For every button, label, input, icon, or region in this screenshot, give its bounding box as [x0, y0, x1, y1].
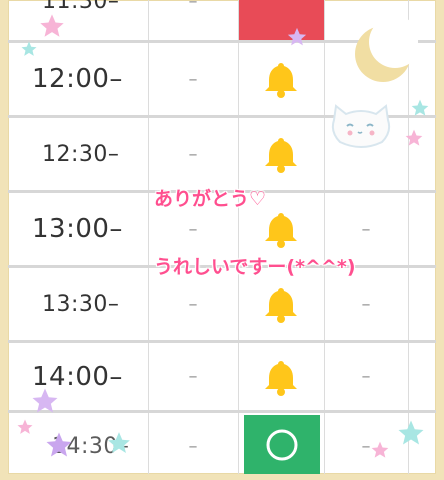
- star-icon: [46, 432, 72, 457]
- time-label: 12:00–: [32, 64, 123, 94]
- time-label: 13:00–: [32, 214, 123, 244]
- slot-cell: –: [188, 366, 198, 387]
- star-icon: [108, 432, 130, 453]
- star-icon: [40, 14, 64, 37]
- star-icon: [21, 41, 37, 56]
- crescent-moon-icon: [355, 16, 418, 82]
- star-icon: [371, 441, 389, 458]
- happy-message: うれしいですー(*^^*): [154, 256, 356, 278]
- bell-icon: [265, 138, 297, 173]
- bell-icon: [265, 213, 297, 248]
- thank-you-message: ありがとう♡: [154, 188, 267, 210]
- slot-cell: –: [188, 68, 198, 90]
- time-label: 12:30–: [42, 141, 120, 167]
- star-icon: [32, 388, 58, 413]
- bell-slot-cell[interactable]: [238, 343, 324, 410]
- star-icon: [405, 129, 423, 146]
- star-icon: [17, 419, 33, 434]
- bell-slot-cell[interactable]: [238, 43, 324, 115]
- bell-icon: [265, 288, 297, 323]
- time-label: 13:30–: [42, 291, 120, 317]
- full-slot-block[interactable]: [238, 0, 324, 40]
- slot-cell: –: [188, 0, 198, 12]
- star-icon: [398, 420, 424, 445]
- available-slot-cell[interactable]: [244, 415, 320, 474]
- bell-icon: [265, 360, 297, 396]
- slot-cell: –: [188, 436, 198, 457]
- slot-cell: –: [188, 143, 198, 165]
- slot-full-cell[interactable]: [238, 0, 324, 40]
- star-icon: [287, 27, 307, 46]
- star-icon: [411, 99, 429, 116]
- schedule-frame: 11:30– – 12:00– – 12:30– – 13:00– – – 13…: [8, 0, 436, 474]
- circle-icon: [266, 429, 298, 461]
- table-row: 14:00– – –: [8, 340, 436, 410]
- cat-face-icon: [331, 104, 391, 148]
- bell-slot-cell[interactable]: [238, 118, 324, 190]
- bell-icon: [265, 63, 297, 98]
- slot-cell: –: [361, 366, 371, 387]
